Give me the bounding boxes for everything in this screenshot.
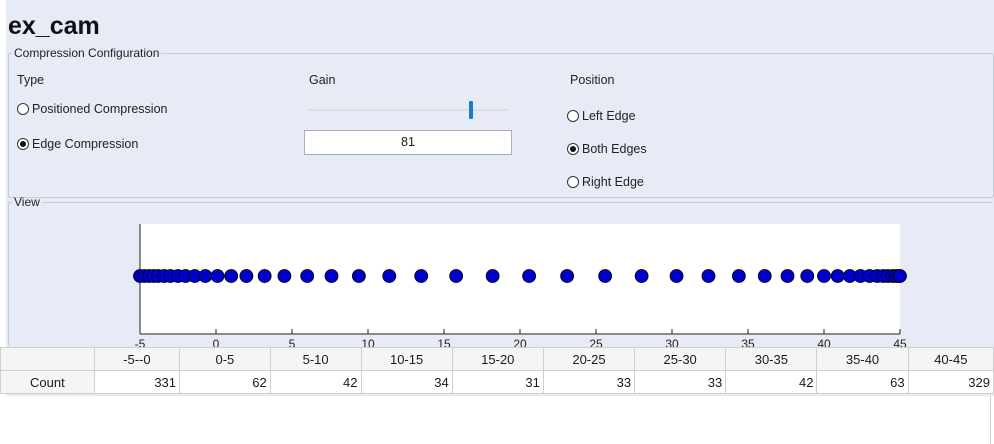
histogram-header-row: -5--0 0-5 5-10 10-15 15-20 20-25 25-30 30-35 35-… xyxy=(0,347,994,371)
data-point xyxy=(634,269,649,283)
count-cell: 329 xyxy=(907,370,994,394)
histogram-count-row: Count 331 62 42 34 31 33 33 42 63 329 xyxy=(0,370,994,394)
x-tick-label: 35 xyxy=(741,337,755,347)
column-header: 5-10 xyxy=(269,347,362,371)
x-tick-label: -5 xyxy=(135,337,146,347)
count-cell: 62 xyxy=(179,370,271,394)
x-tick-label: 25 xyxy=(589,337,603,347)
x-tick-label: 5 xyxy=(289,337,296,347)
column-header: 35-40 xyxy=(816,347,909,371)
data-point xyxy=(522,269,537,283)
x-tick-label: 45 xyxy=(893,337,907,347)
column-header: 20-25 xyxy=(542,347,636,371)
table-corner-cell xyxy=(0,347,95,371)
data-point xyxy=(210,269,225,283)
column-header: 40-45 xyxy=(907,347,994,371)
table-empty-area xyxy=(0,396,994,444)
x-tick-label: 20 xyxy=(513,337,527,347)
x-tick-label: 10 xyxy=(361,337,375,347)
data-point xyxy=(239,269,254,283)
column-header: 15-20 xyxy=(451,347,544,371)
data-point xyxy=(382,269,397,283)
data-point xyxy=(277,269,292,283)
x-tick-label: 0 xyxy=(213,337,220,347)
data-point xyxy=(669,269,684,283)
data-point xyxy=(257,269,272,283)
data-point xyxy=(324,269,339,283)
data-point xyxy=(800,269,815,283)
x-tick-label: 30 xyxy=(665,337,679,347)
data-point xyxy=(414,269,429,283)
data-point xyxy=(701,269,716,283)
count-cell: 42 xyxy=(725,370,818,394)
column-header: 10-15 xyxy=(360,347,453,371)
histogram-table: -5--0 0-5 5-10 10-15 15-20 20-25 25-30 30-35 35-… xyxy=(0,347,994,394)
data-point xyxy=(780,269,795,283)
x-tick-label: 40 xyxy=(817,337,831,347)
column-header: 25-30 xyxy=(634,347,727,371)
count-row-header: Count xyxy=(0,370,95,394)
count-cell: 33 xyxy=(634,370,727,394)
count-cell: 331 xyxy=(93,370,181,394)
compression-plot: -5 0 5 10 15 20 25 30 35 40 45 xyxy=(133,224,907,347)
data-point xyxy=(731,269,746,283)
data-point xyxy=(198,269,213,283)
data-point xyxy=(560,269,575,283)
data-point xyxy=(830,269,845,283)
data-point xyxy=(449,269,464,283)
count-cell: 63 xyxy=(816,370,909,394)
data-point xyxy=(598,269,613,283)
column-header: -5--0 xyxy=(93,347,181,371)
table-scroll-edge xyxy=(990,396,991,444)
data-point xyxy=(893,269,907,283)
data-point xyxy=(300,269,315,283)
data-point xyxy=(485,269,500,283)
data-point xyxy=(224,269,239,283)
count-cell: 31 xyxy=(451,370,544,394)
count-cell: 33 xyxy=(542,370,636,394)
count-cell: 34 xyxy=(360,370,453,394)
column-header: 0-5 xyxy=(179,347,271,371)
data-point xyxy=(351,269,366,283)
data-point xyxy=(817,269,831,283)
column-header: 30-35 xyxy=(725,347,818,371)
data-point xyxy=(757,269,772,283)
x-tick-label: 15 xyxy=(437,337,451,347)
count-cell: 42 xyxy=(269,370,362,394)
